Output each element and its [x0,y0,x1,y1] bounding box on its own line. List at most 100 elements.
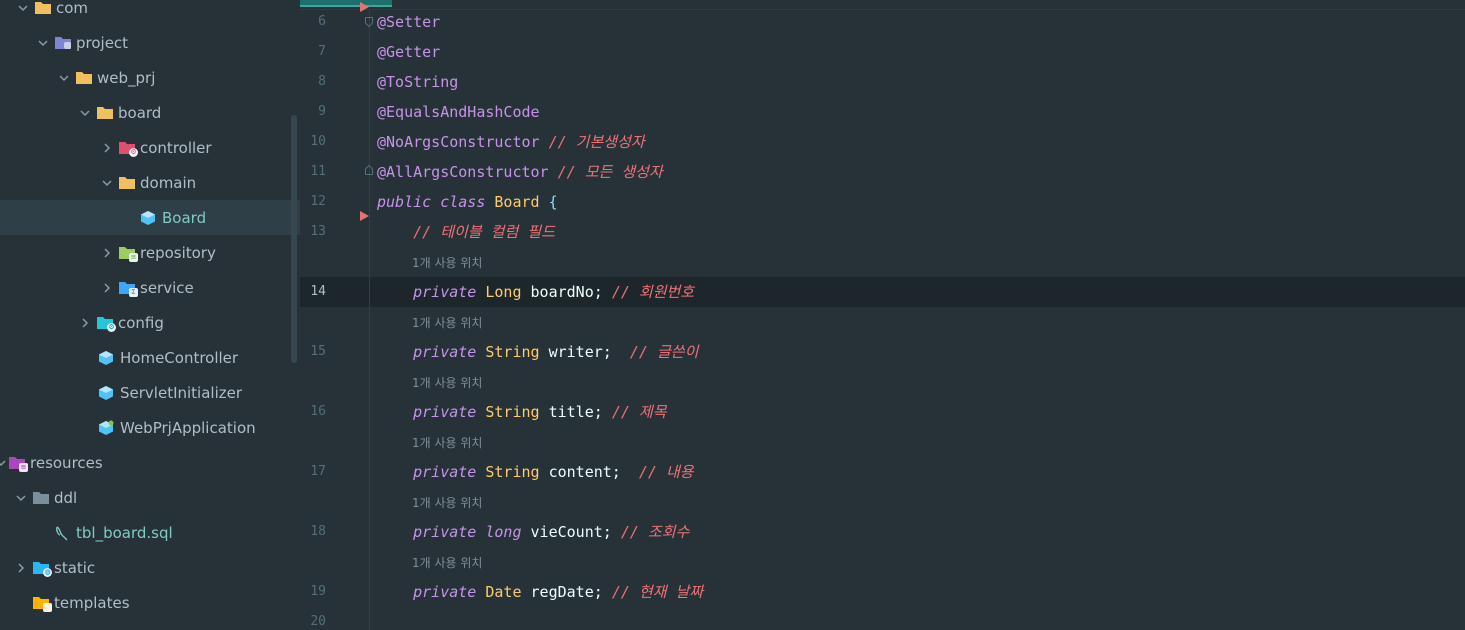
folder-icon [96,105,114,121]
chevron-down-icon[interactable] [76,105,94,121]
code-line-12[interactable]: public class Board { [377,187,558,217]
line-number: 8 [318,74,326,89]
field-token: boardNo; [530,283,603,301]
run-marker-icon[interactable] [360,211,369,221]
tree-item-tbl-board-sql[interactable]: tbl_board.sql [0,515,300,550]
tree-item-domain[interactable]: domain [0,165,300,200]
tree-item-service[interactable]: Σ service [0,270,300,305]
chevron-down-icon[interactable] [14,0,32,16]
fold-icon[interactable] [365,165,373,175]
line-number: 6 [318,14,326,29]
line-number: 12 [310,194,326,209]
tree-item-project[interactable]: project [0,25,300,60]
chevron-right-icon[interactable] [98,245,116,261]
usage-hint[interactable]: 1개 사용 위치 [412,493,482,513]
tree-item-label: Board [162,208,207,227]
line-number: 13 [310,224,326,239]
code-line-14[interactable]: private Long boardNo; // 회원번호 [377,277,694,307]
comment-token: // 글쓴이 [629,343,699,361]
type-token: String [485,403,540,421]
code-line-18[interactable]: private long vieCount; // 조회수 [377,517,689,547]
line-number: 15 [310,344,326,359]
comment-token: // 현재 날짜 [611,583,704,601]
tree-item-servletinitializer[interactable]: ServletInitializer [0,375,300,410]
chevron-down-icon[interactable] [0,455,6,471]
tree-item-com[interactable]: com [0,0,300,25]
chevron-down-icon[interactable] [12,490,30,506]
chevron-right-icon[interactable] [98,140,116,156]
tree-item-repository[interactable]: ≡ repository [0,235,300,270]
code-editor[interactable]: 6 7 8 9 10 11 12 13 14 15 16 17 18 19 20… [300,0,1465,630]
chevron-down-icon[interactable] [34,35,52,51]
line-number: 9 [318,104,326,119]
brace-token: { [548,193,558,211]
annotation-token: @EqualsAndHashCode [377,103,540,121]
tree-item-webprjapplication[interactable]: WebPrjApplication [0,410,300,445]
tree-item-board-class[interactable]: Board [0,200,300,235]
tree-item-web-prj[interactable]: web_prj [0,60,300,95]
project-tree: com project web_prj board ⚙ controller d… [0,0,300,630]
comment-token: // 제목 [611,403,667,421]
tree-item-controller[interactable]: ⚙ controller [0,130,300,165]
tree-item-ddl[interactable]: ddl [0,480,300,515]
usage-hint[interactable]: 1개 사용 위치 [412,553,482,573]
run-marker-icon[interactable] [360,2,369,12]
keyword-token: private [413,403,477,421]
tree-item-label: web_prj [97,68,156,87]
class-icon [98,385,116,401]
code-line-11[interactable]: @AllArgsConstructor // 모든 생성자 [377,157,663,187]
chevron-right-icon[interactable] [12,560,30,576]
code-line-13[interactable]: // 테이블 컬럼 필드 [377,217,555,247]
usage-hint[interactable]: 1개 사용 위치 [412,373,482,393]
tree-item-board[interactable]: board [0,95,300,130]
tree-item-label: resources [30,453,103,472]
chevron-right-icon[interactable] [76,315,94,331]
tree-item-resources[interactable]: ≡ resources [0,445,292,480]
resources-folder-icon: ≡ [8,455,28,472]
tree-item-label: templates [54,593,130,612]
folder-icon [118,175,136,191]
tree-item-label: ServletInitializer [120,383,243,402]
templates-folder-icon [32,595,52,612]
chevron-down-icon[interactable] [98,175,116,191]
comment-token: // 모든 생성자 [557,163,663,181]
keyword-token: private [413,583,477,601]
tree-scrollbar[interactable] [291,115,297,363]
fold-icon[interactable] [365,17,373,27]
folder-icon [32,490,50,506]
comment-token: // 회원번호 [611,283,695,301]
type-token: long [485,523,522,541]
tree-item-label: repository [140,243,216,262]
tree-item-label: controller [140,138,212,157]
active-tab-indicator[interactable] [300,0,392,7]
usage-hint[interactable]: 1개 사용 위치 [412,313,482,333]
class-name-token: Board [494,193,540,211]
keyword-token: public class [377,193,486,211]
comment-token: // 내용 [638,463,694,481]
code-line-10[interactable]: @NoArgsConstructor // 기본생성자 [377,127,645,157]
tree-item-templates[interactable]: templates [0,585,300,620]
code-line-19[interactable]: private Date regDate; // 현재 날짜 [377,577,703,607]
chevron-right-icon[interactable] [98,280,116,296]
code-line-9[interactable]: @EqualsAndHashCode [377,97,540,127]
usage-hint[interactable]: 1개 사용 위치 [412,253,482,273]
code-line-8[interactable]: @ToString [377,67,458,97]
annotation-token: @AllArgsConstructor [377,163,549,181]
field-token: title; [548,403,603,421]
class-icon [140,210,158,226]
code-line-16[interactable]: private String title; // 제목 [377,397,667,427]
tree-item-label: board [118,103,162,122]
tree-item-static[interactable]: ◍ static [0,550,300,585]
tree-item-config[interactable]: ⚙ config [0,305,300,340]
code-line-15[interactable]: private String writer; // 글쓴이 [377,337,698,367]
tree-item-homecontroller[interactable]: HomeController [0,340,300,375]
usage-hint[interactable]: 1개 사용 위치 [412,433,482,453]
code-line-6[interactable]: @Setter [377,7,440,37]
static-folder-icon: ◍ [32,560,52,577]
class-icon [98,350,116,366]
line-number: 14 [310,284,326,299]
tree-item-label: service [140,278,194,297]
code-line-7[interactable]: @Getter [377,37,440,67]
chevron-down-icon[interactable] [55,70,73,86]
code-line-17[interactable]: private String content; // 내용 [377,457,694,487]
